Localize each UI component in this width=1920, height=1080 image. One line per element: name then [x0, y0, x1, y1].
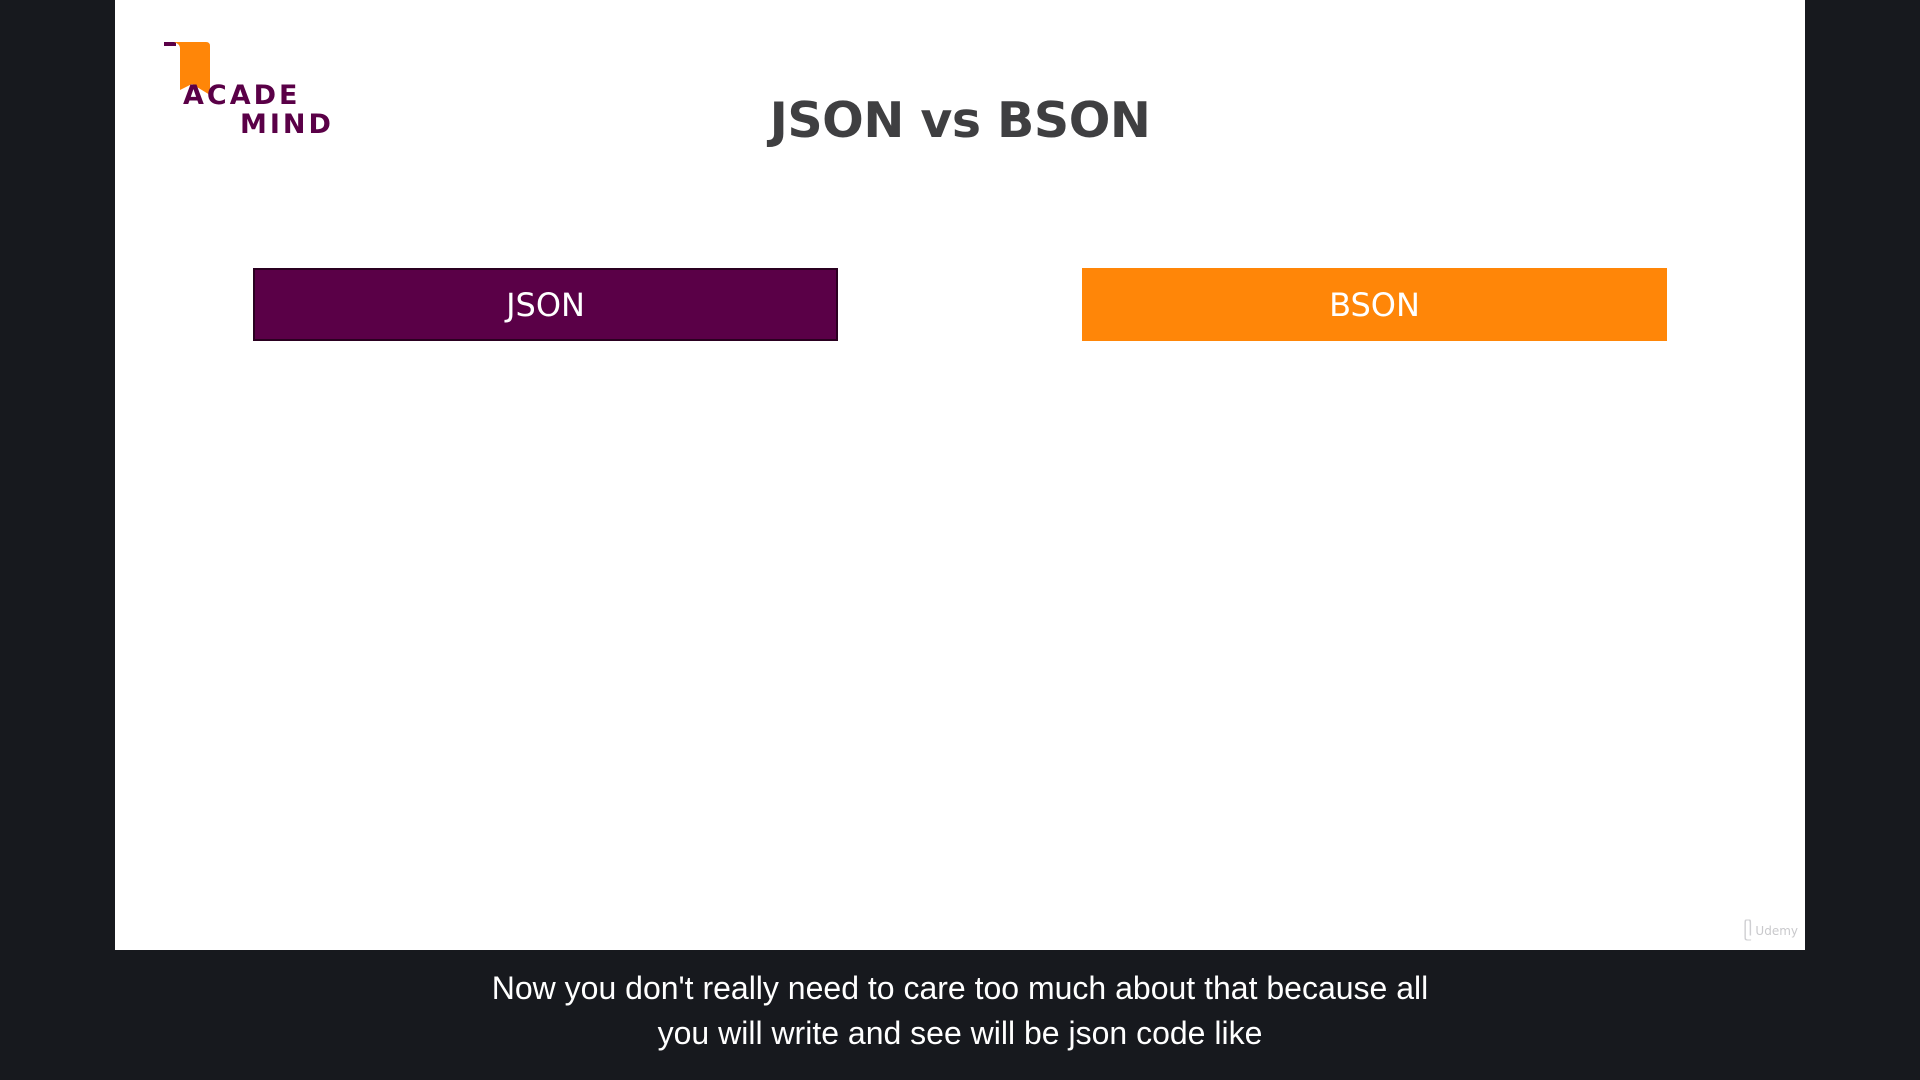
- json-header-box: JSON: [253, 268, 838, 341]
- udemy-watermark: ᥫ Udemy: [1743, 920, 1798, 941]
- watermark-text: Udemy: [1755, 923, 1798, 938]
- subtitle-caption: Now you don't really need to care too mu…: [0, 966, 1920, 1056]
- caption-line-1: Now you don't really need to care too mu…: [491, 970, 1429, 1006]
- caption-line-2: you will write and see will be json code…: [657, 1015, 1263, 1051]
- udemy-logo-icon: ᥫ: [1743, 920, 1753, 941]
- video-player[interactable]: ACADE MIND JSON vs BSON JSON BSON ᥫ Udem…: [0, 0, 1920, 1080]
- slide-title: JSON vs BSON: [769, 92, 1151, 149]
- bson-header-box: BSON: [1082, 268, 1667, 341]
